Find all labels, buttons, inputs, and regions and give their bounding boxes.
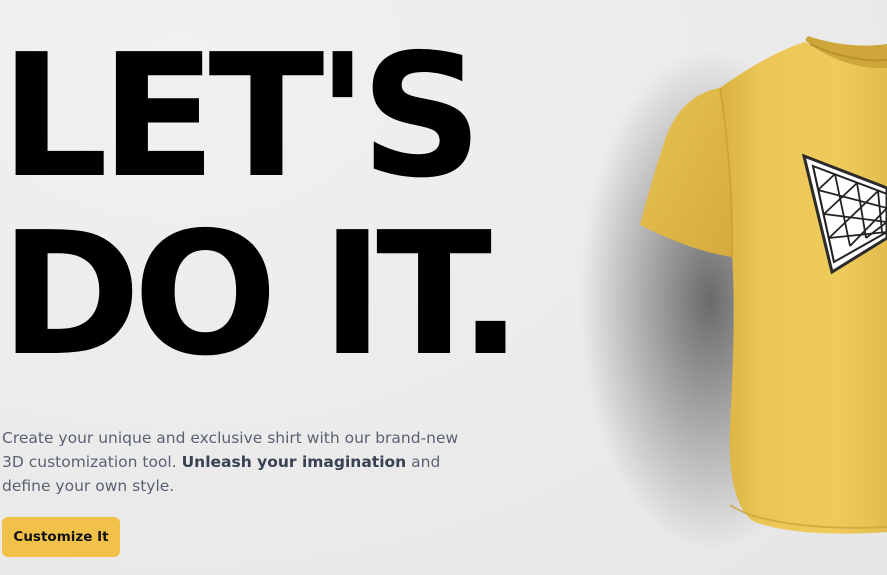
shirt-body (720, 42, 887, 534)
headline: LET'S DO IT. (0, 18, 523, 394)
tagline-bold: Unleash your imagination (181, 453, 407, 471)
tshirt-3d-model[interactable] (560, 0, 887, 575)
hero-page: LET'S DO IT. Create your unique and excl… (0, 0, 887, 575)
headline-line-2: DO IT. (0, 196, 523, 394)
tagline: Create your unique and exclusive shirt w… (2, 426, 462, 498)
headline-line-1: LET'S (0, 18, 483, 216)
customize-it-button[interactable]: Customize It (2, 517, 120, 557)
